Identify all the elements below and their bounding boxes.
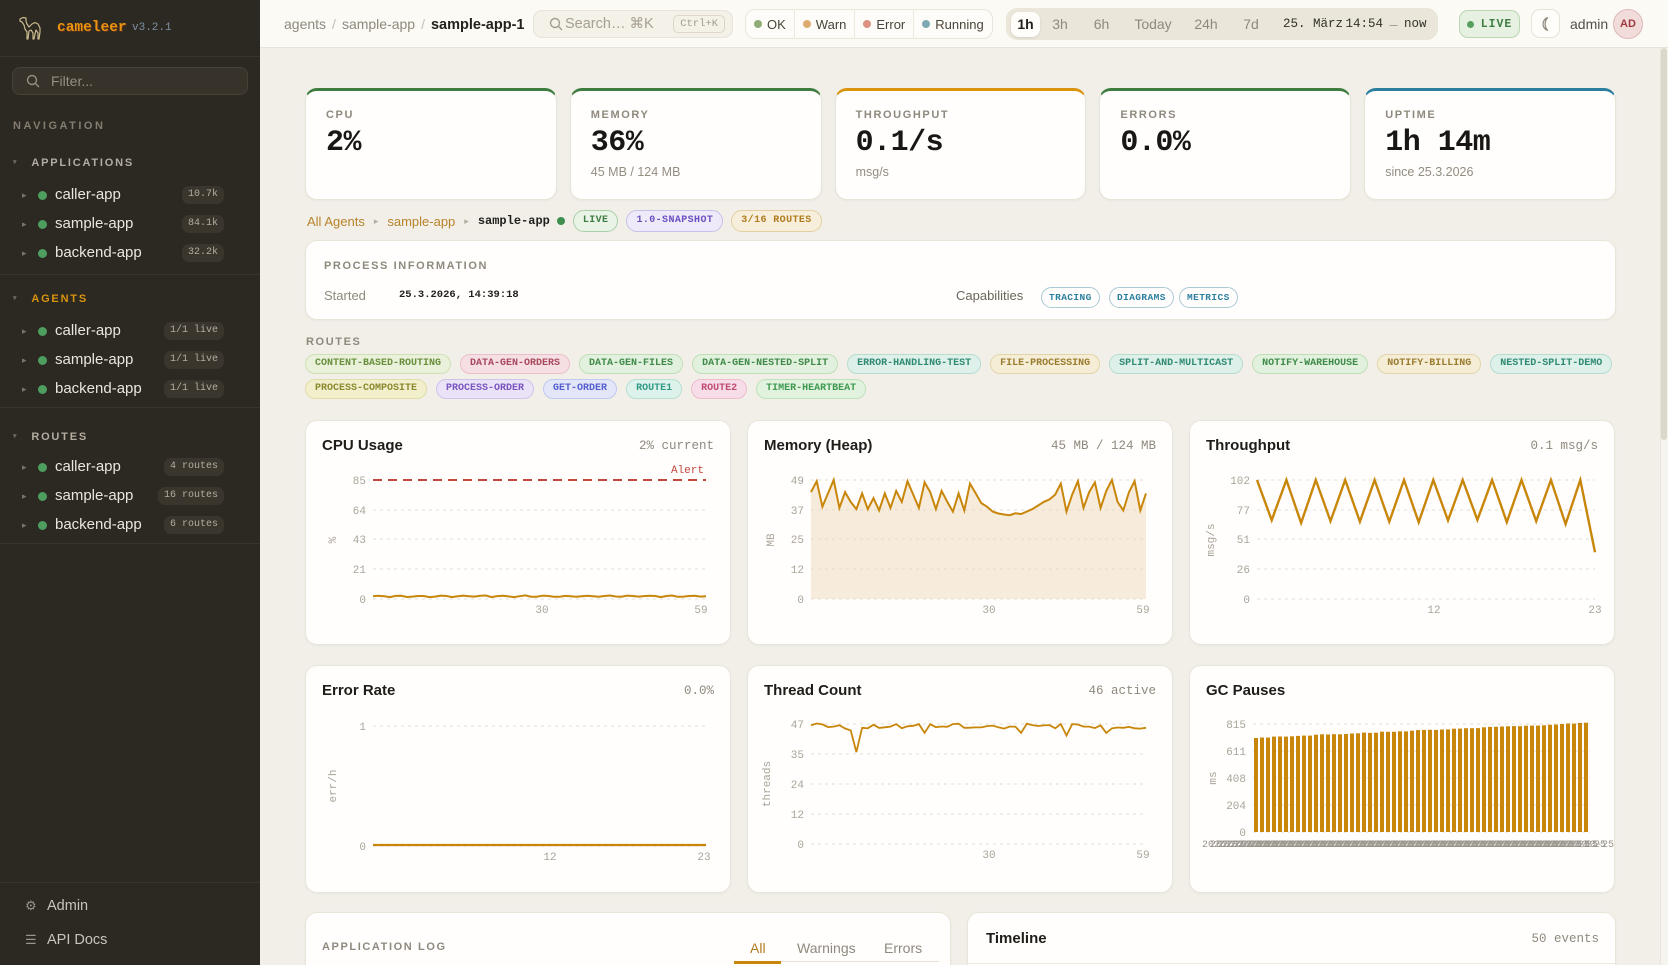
svg-text:30: 30 <box>982 850 995 862</box>
svg-text:30: 30 <box>982 605 995 617</box>
svg-text:43: 43 <box>353 535 366 547</box>
svg-text:47: 47 <box>791 720 804 732</box>
svg-text:12: 12 <box>791 810 804 822</box>
svg-text:0: 0 <box>359 842 366 854</box>
svg-text:59: 59 <box>1136 605 1149 617</box>
svg-text:0: 0 <box>797 595 804 607</box>
svg-text:Alert: Alert <box>671 465 704 477</box>
svg-text:err/h: err/h <box>328 769 340 802</box>
svg-text:0: 0 <box>797 840 804 852</box>
svg-text:12: 12 <box>1427 605 1440 617</box>
svg-text:815: 815 <box>1226 720 1246 732</box>
svg-text:0: 0 <box>1243 595 1250 607</box>
svg-text:49: 49 <box>791 476 804 488</box>
svg-text:35: 35 <box>791 750 804 762</box>
svg-text:0: 0 <box>1239 828 1246 840</box>
svg-text:threads: threads <box>762 761 774 807</box>
svg-text:408: 408 <box>1226 774 1246 786</box>
svg-text:64: 64 <box>353 506 367 518</box>
svg-text:1: 1 <box>359 722 366 734</box>
svg-text:msg/s: msg/s <box>1206 523 1218 556</box>
svg-text:23: 23 <box>697 852 710 864</box>
svg-text:25: 25 <box>791 535 804 547</box>
svg-text:102: 102 <box>1230 476 1250 488</box>
svg-text:2026-03-25: 2026-03-25 <box>1554 840 1614 851</box>
svg-text:%: % <box>328 536 340 543</box>
svg-text:30: 30 <box>535 605 548 617</box>
svg-text:23: 23 <box>1588 605 1601 617</box>
svg-text:12: 12 <box>543 852 556 864</box>
svg-text:MB: MB <box>766 533 778 547</box>
svg-text:51: 51 <box>1237 535 1251 547</box>
svg-text:204: 204 <box>1226 801 1246 813</box>
svg-text:611: 611 <box>1226 747 1246 759</box>
svg-text:37: 37 <box>791 506 804 518</box>
svg-text:12: 12 <box>791 565 804 577</box>
svg-text:77: 77 <box>1237 506 1250 518</box>
svg-text:ms: ms <box>1208 771 1220 784</box>
svg-text:59: 59 <box>1136 850 1149 862</box>
svg-text:85: 85 <box>353 476 366 488</box>
svg-text:24: 24 <box>791 780 805 792</box>
svg-text:0: 0 <box>359 595 366 607</box>
svg-text:26: 26 <box>1237 565 1250 577</box>
svg-text:59: 59 <box>694 605 707 617</box>
svg-text:21: 21 <box>353 565 367 577</box>
